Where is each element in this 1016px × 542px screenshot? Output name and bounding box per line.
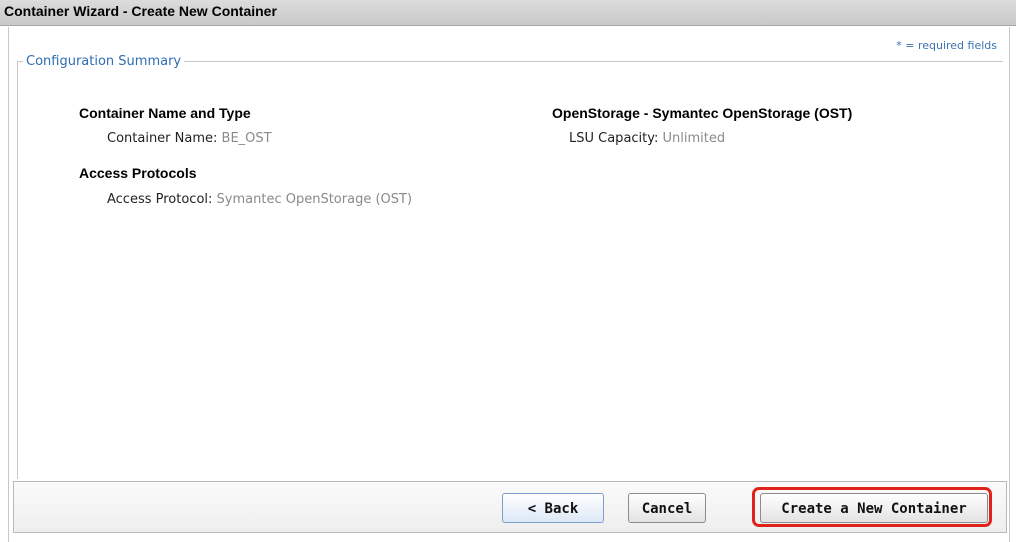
openstorage-heading: OpenStorage - Symantec OpenStorage (OST) [552,105,853,121]
container-wizard-window: Container Wizard - Create New Container … [0,0,1016,542]
cancel-button[interactable]: Cancel [628,493,706,523]
back-button[interactable]: < Back [502,493,604,523]
container-name-row: Container Name: BE_OST [107,131,272,146]
configuration-summary-legend: Configuration Summary [23,54,185,69]
configuration-summary-panel [17,61,1003,479]
window-title: Container Wizard - Create New Container [4,3,277,19]
access-protocols-heading: Access Protocols [79,165,197,181]
lsu-capacity-value: Unlimited [662,131,726,146]
container-name-value: BE_OST [221,131,272,146]
access-protocol-row: Access Protocol: Symantec OpenStorage (O… [107,192,412,207]
container-name-label: Container Name: [107,131,218,146]
lsu-capacity-label: LSU Capacity: [569,131,659,146]
wizard-footer: < Back Cancel Create a New Container [13,481,1007,533]
title-bar: Container Wizard - Create New Container [0,0,1016,26]
create-new-container-button[interactable]: Create a New Container [760,493,988,523]
wizard-content: * = required fields Configuration Summar… [8,27,1010,542]
access-protocol-label: Access Protocol: [107,192,213,207]
access-protocol-value: Symantec OpenStorage (OST) [216,192,413,207]
lsu-capacity-row: LSU Capacity: Unlimited [569,131,725,146]
container-name-type-heading: Container Name and Type [79,105,251,121]
required-fields-note: * = required fields [896,39,997,52]
